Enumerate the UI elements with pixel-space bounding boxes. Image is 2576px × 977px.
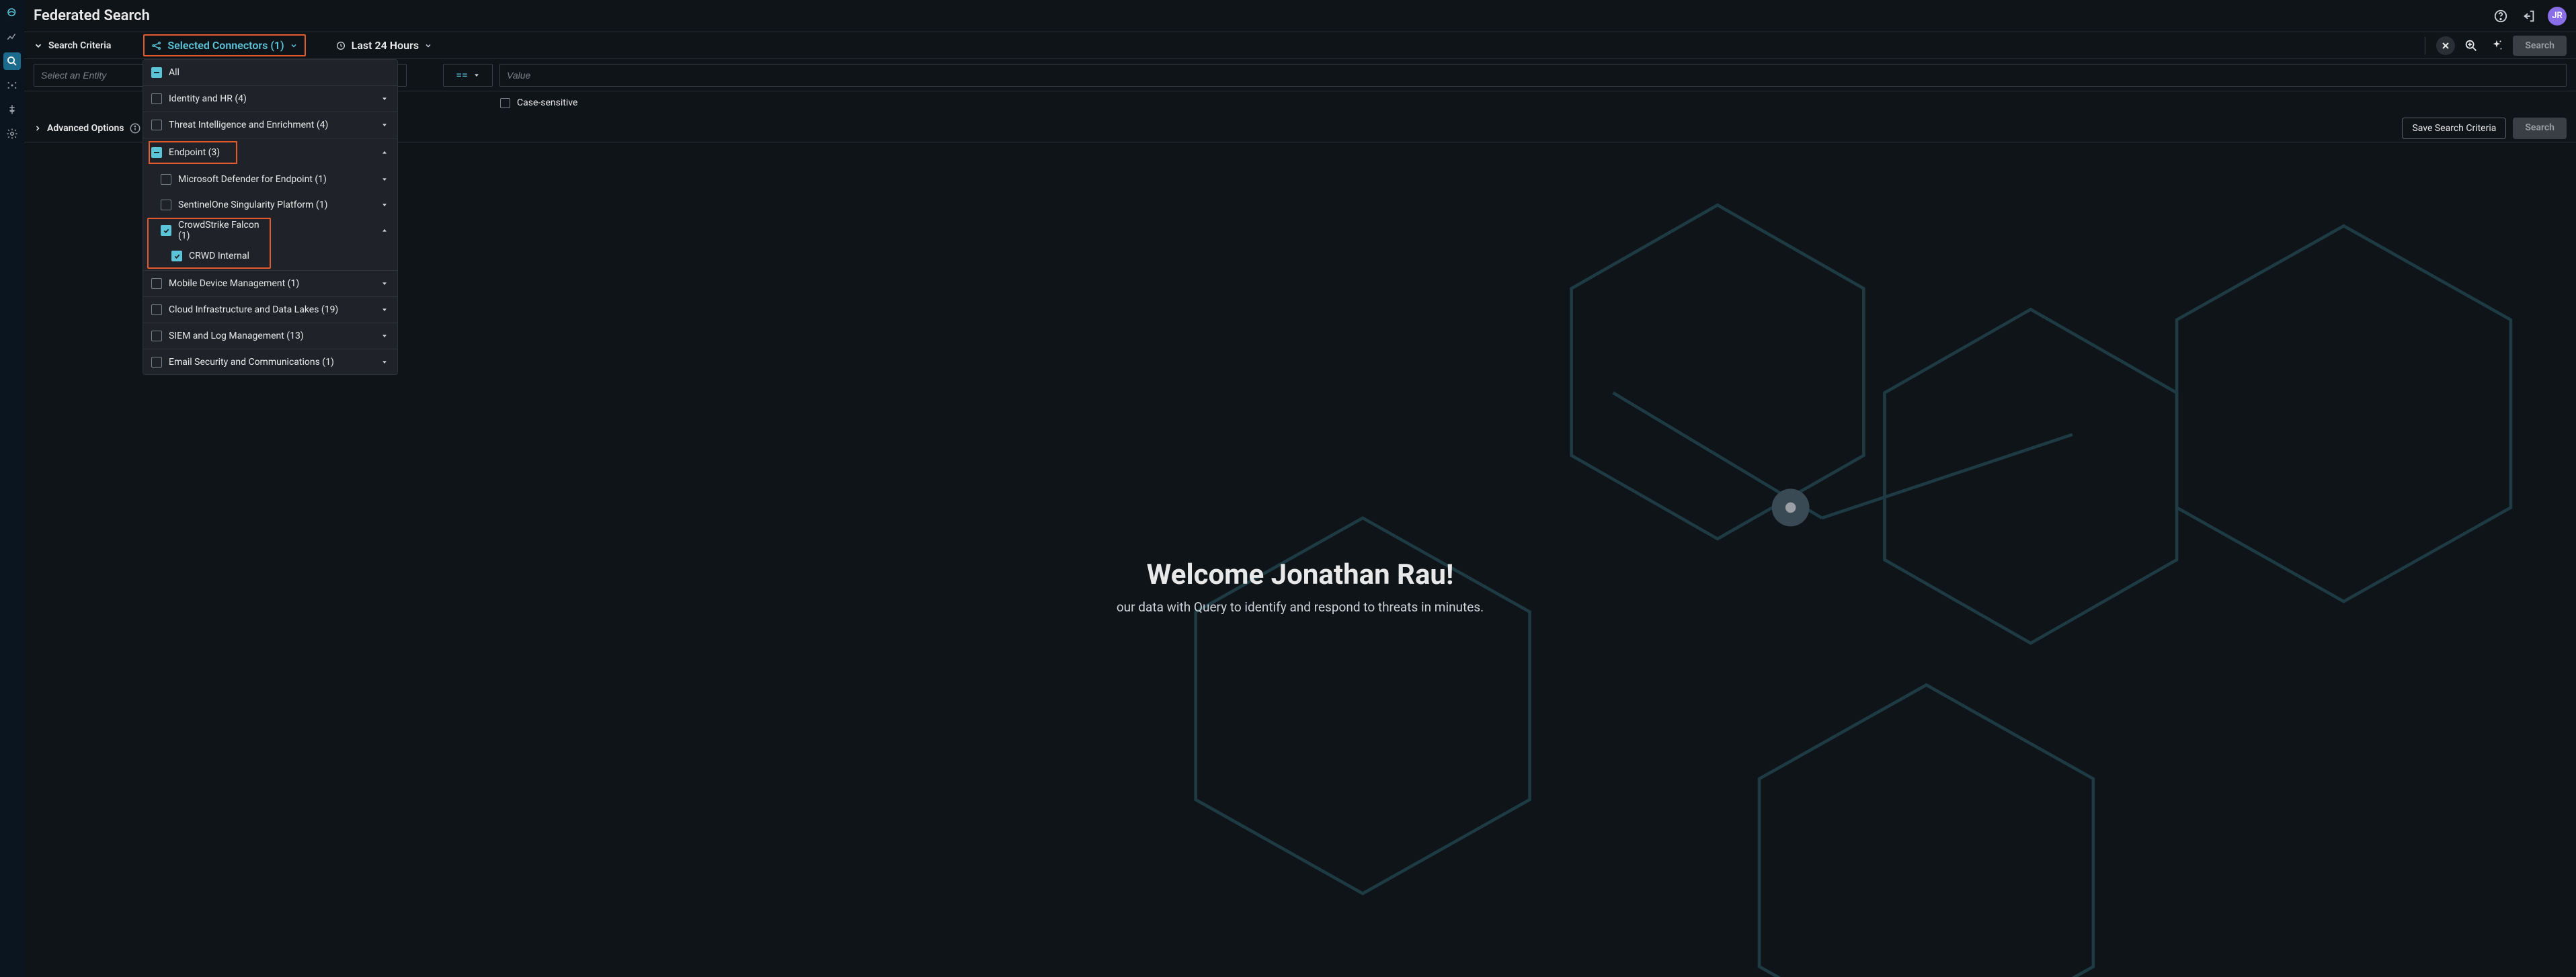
search-criteria-toggle[interactable]: Search Criteria: [34, 40, 111, 51]
clear-icon[interactable]: [2436, 36, 2455, 55]
dd-item-all[interactable]: All: [143, 60, 397, 85]
advanced-options-toggle[interactable]: Advanced Options: [34, 122, 141, 134]
dd-label: SentinelOne Singularity Platform (1): [178, 200, 373, 210]
welcome-title: Welcome Jonathan Rau!: [1147, 558, 1454, 591]
avatar[interactable]: JR: [2548, 7, 2567, 26]
dd-item-email[interactable]: Email Security and Communications (1): [143, 349, 397, 375]
checkbox[interactable]: [161, 200, 171, 210]
time-range-picker[interactable]: Last 24 Hours: [329, 36, 439, 55]
sparkle-icon[interactable]: [2487, 36, 2506, 55]
sidebar-item-plugins[interactable]: [3, 101, 21, 118]
caret-down-icon: [380, 94, 389, 103]
dd-label: CRWD Internal: [189, 251, 263, 261]
caret-down-icon: [380, 200, 389, 210]
caret-down-icon: [380, 279, 389, 288]
dd-label: Endpoint (3): [169, 147, 231, 158]
connectors-dropdown-trigger[interactable]: Selected Connectors (1): [143, 34, 305, 56]
caret-down-icon: [380, 331, 389, 341]
search-button-top[interactable]: Search: [2513, 36, 2567, 56]
welcome-subtitle: our data with Query to identify and resp…: [1117, 599, 1484, 615]
chevron-down-icon: [424, 42, 432, 50]
dd-label: Email Security and Communications (1): [169, 357, 373, 368]
dd-item-crwd-internal[interactable]: CRWD Internal: [147, 243, 271, 269]
filter-row: ==: [24, 59, 2576, 91]
checkbox-indeterminate[interactable]: [151, 147, 162, 158]
save-criteria-button[interactable]: Save Search Criteria: [2402, 118, 2506, 139]
connectors-label: Selected Connectors (1): [167, 39, 284, 52]
checkbox[interactable]: [151, 331, 162, 341]
header: Federated Search JR: [24, 0, 2576, 32]
sidebar-item-settings[interactable]: [3, 125, 21, 142]
dd-item-identity[interactable]: Identity and HR (4): [143, 86, 397, 112]
dd-item-crowdstrike[interactable]: CrowdStrike Falcon (1): [147, 218, 271, 243]
connectors-dropdown: All Identity and HR (4) Threat Intellige…: [143, 59, 398, 375]
dd-label: Mobile Device Management (1): [169, 278, 373, 289]
caret-up-icon: [380, 226, 389, 235]
dd-item-siem[interactable]: SIEM and Log Management (13): [143, 323, 397, 349]
dd-item-cloud[interactable]: Cloud Infrastructure and Data Lakes (19): [143, 297, 397, 323]
checkbox[interactable]: [151, 357, 162, 368]
checkbox-checked[interactable]: [161, 225, 171, 236]
dd-label: Threat Intelligence and Enrichment (4): [169, 120, 373, 130]
operator-select[interactable]: ==: [443, 64, 493, 87]
content-area: Welcome Jonathan Rau! our data with Quer…: [24, 142, 2576, 977]
checkbox[interactable]: [151, 120, 162, 130]
chevron-down-icon: [290, 42, 298, 50]
dd-item-sentinelone[interactable]: SentinelOne Singularity Platform (1): [143, 192, 397, 218]
value-input[interactable]: [499, 64, 2567, 87]
advanced-options-label: Advanced Options: [47, 123, 124, 134]
sidebar-item-search[interactable]: [3, 52, 21, 70]
info-icon[interactable]: [129, 122, 141, 134]
case-sensitive-row: Case-sensitive: [24, 91, 2576, 114]
sidebar-item-network[interactable]: [3, 77, 21, 94]
advanced-row: Advanced Options Save Search Criteria Se…: [24, 114, 2576, 142]
checkbox[interactable]: [161, 174, 171, 185]
dd-item-msde[interactable]: Microsoft Defender for Endpoint (1): [143, 167, 397, 192]
search-criteria-label: Search Criteria: [48, 40, 111, 51]
checkbox[interactable]: [151, 304, 162, 315]
caret-down-icon: [473, 72, 480, 79]
sidebar-item-analytics[interactable]: [3, 28, 21, 46]
dd-label: Cloud Infrastructure and Data Lakes (19): [169, 304, 373, 315]
caret-up-icon: [380, 148, 389, 157]
time-range-label: Last 24 Hours: [352, 39, 419, 52]
caret-down-icon: [380, 305, 389, 314]
dd-item-threat-intel[interactable]: Threat Intelligence and Enrichment (4): [143, 112, 397, 138]
help-icon[interactable]: [2491, 7, 2510, 26]
dd-label: CrowdStrike Falcon (1): [178, 220, 263, 241]
criteria-bar: Search Criteria Selected Connectors (1) …: [24, 32, 2576, 59]
checkbox-checked[interactable]: [171, 251, 182, 261]
checkbox[interactable]: [151, 93, 162, 104]
dd-item-endpoint[interactable]: Endpoint (3): [147, 140, 239, 165]
dd-item-mdm[interactable]: Mobile Device Management (1): [143, 271, 397, 296]
caret-down-icon: [380, 357, 389, 367]
dd-label: SIEM and Log Management (13): [169, 331, 373, 341]
case-sensitive-checkbox[interactable]: [500, 98, 510, 108]
dd-label: Microsoft Defender for Endpoint (1): [178, 174, 373, 185]
checkbox-indeterminate[interactable]: [151, 67, 162, 78]
operator-value: ==: [456, 69, 468, 81]
caret-down-icon: [380, 120, 389, 130]
dd-label: All: [169, 67, 389, 78]
sidebar-item-logo[interactable]: [3, 4, 21, 22]
page-title: Federated Search: [34, 7, 2491, 24]
dd-label: Identity and HR (4): [169, 93, 373, 104]
checkbox[interactable]: [151, 278, 162, 289]
logout-icon[interactable]: [2520, 7, 2538, 26]
case-sensitive-label: Case-sensitive: [517, 97, 577, 108]
caret-down-icon: [380, 175, 389, 184]
search-button-bottom[interactable]: Search: [2513, 118, 2567, 139]
sidebar: [0, 0, 24, 977]
zoom-in-icon[interactable]: [2462, 36, 2481, 55]
